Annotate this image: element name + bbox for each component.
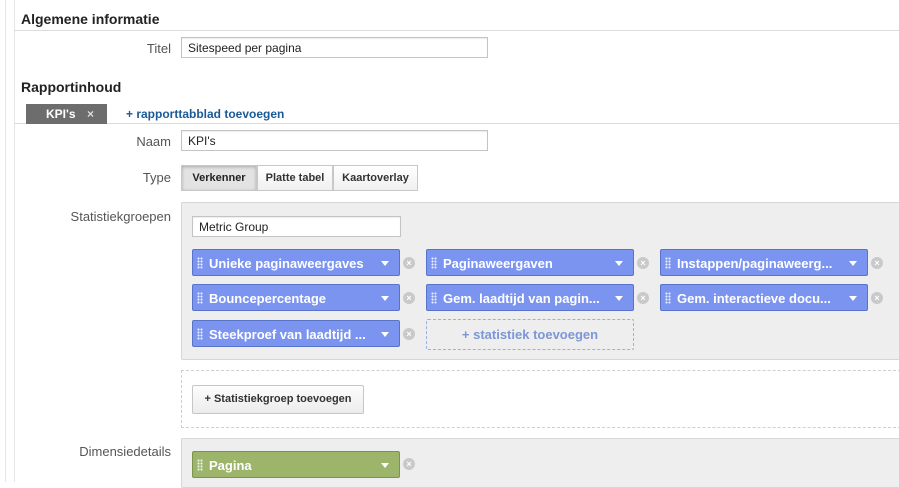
add-metric-button[interactable]: + statistiek toevoegen — [426, 319, 634, 350]
drag-handle-icon[interactable] — [665, 292, 671, 304]
chevron-down-icon[interactable] — [615, 296, 623, 301]
tab-label: KPI's — [46, 107, 76, 121]
drag-handle-icon[interactable] — [197, 292, 203, 304]
drag-handle-icon[interactable] — [197, 459, 203, 471]
drag-handle-icon[interactable] — [665, 257, 671, 269]
metric-chip-label: Gem. interactieve docu... — [677, 291, 831, 306]
chevron-down-icon[interactable] — [381, 332, 389, 337]
drag-handle-icon[interactable] — [197, 328, 203, 340]
metric-chip-label: Steekproef van laadtijd ... — [209, 327, 366, 342]
general-info-heading: Algemene informatie — [21, 11, 160, 27]
type-label: Type — [142, 170, 171, 185]
metric-chip-label: Unieke paginaweergaves — [209, 256, 364, 271]
title-label: Titel — [146, 41, 171, 56]
add-report-tab-link[interactable]: + rapporttabblad toevoegen — [126, 107, 284, 121]
metric-chip[interactable]: Bouncepercentage — [192, 284, 400, 311]
drag-handle-icon[interactable] — [431, 292, 437, 304]
chevron-down-icon[interactable] — [849, 261, 857, 266]
add-metric-group-button[interactable]: + Statistiekgroep toevoegen — [192, 385, 364, 414]
metric-chip[interactable]: Paginaweergaven — [426, 249, 634, 276]
chevron-down-icon[interactable] — [381, 296, 389, 301]
divider — [14, 30, 899, 31]
title-input[interactable] — [181, 37, 488, 58]
tab-kpis[interactable]: KPI's × — [26, 104, 107, 124]
dimension-chip-label: Pagina — [209, 458, 252, 473]
metric-chip-label: Gem. laadtijd van pagin... — [443, 291, 600, 306]
remove-icon[interactable]: × — [403, 292, 415, 304]
metric-chip[interactable]: Instappen/paginaweerg... — [660, 249, 868, 276]
drag-handle-icon[interactable] — [431, 257, 437, 269]
name-input[interactable] — [181, 130, 488, 151]
type-explorer-button[interactable]: Verkenner — [181, 165, 257, 191]
remove-icon[interactable]: × — [403, 458, 415, 470]
remove-icon[interactable]: × — [403, 328, 415, 340]
remove-icon[interactable]: × — [637, 257, 649, 269]
metric-chip-label: Paginaweergaven — [443, 256, 553, 271]
left-border — [5, 0, 6, 482]
metric-chip[interactable]: Gem. laadtijd van pagin... — [426, 284, 634, 311]
tab-divider — [14, 123, 899, 124]
metric-groups-label: Statistiekgroepen — [70, 209, 171, 224]
metric-group-name-input[interactable] — [192, 216, 401, 237]
drag-handle-icon[interactable] — [197, 257, 203, 269]
chevron-down-icon[interactable] — [849, 296, 857, 301]
metric-chip[interactable]: Steekproef van laadtijd ... — [192, 320, 400, 347]
chevron-down-icon[interactable] — [615, 261, 623, 266]
dimension-chip[interactable]: Pagina — [192, 451, 400, 478]
type-map-overlay-button[interactable]: Kaartoverlay — [333, 165, 418, 191]
metric-chip-label: Bouncepercentage — [209, 291, 327, 306]
metric-chip[interactable]: Gem. interactieve docu... — [660, 284, 868, 311]
remove-icon[interactable]: × — [403, 257, 415, 269]
remove-icon[interactable]: × — [871, 257, 883, 269]
dimension-details-label: Dimensiedetails — [79, 444, 171, 459]
chevron-down-icon[interactable] — [381, 463, 389, 468]
remove-icon[interactable]: × — [637, 292, 649, 304]
content-border — [14, 0, 15, 482]
remove-icon[interactable]: × — [871, 292, 883, 304]
close-icon[interactable]: × — [87, 107, 94, 121]
chevron-down-icon[interactable] — [381, 261, 389, 266]
report-content-heading: Rapportinhoud — [21, 79, 122, 95]
metric-chip-label: Instappen/paginaweerg... — [677, 256, 833, 271]
name-label: Naam — [136, 134, 171, 149]
type-flat-table-button[interactable]: Platte tabel — [257, 165, 333, 191]
metric-chip[interactable]: Unieke paginaweergaves — [192, 249, 400, 276]
